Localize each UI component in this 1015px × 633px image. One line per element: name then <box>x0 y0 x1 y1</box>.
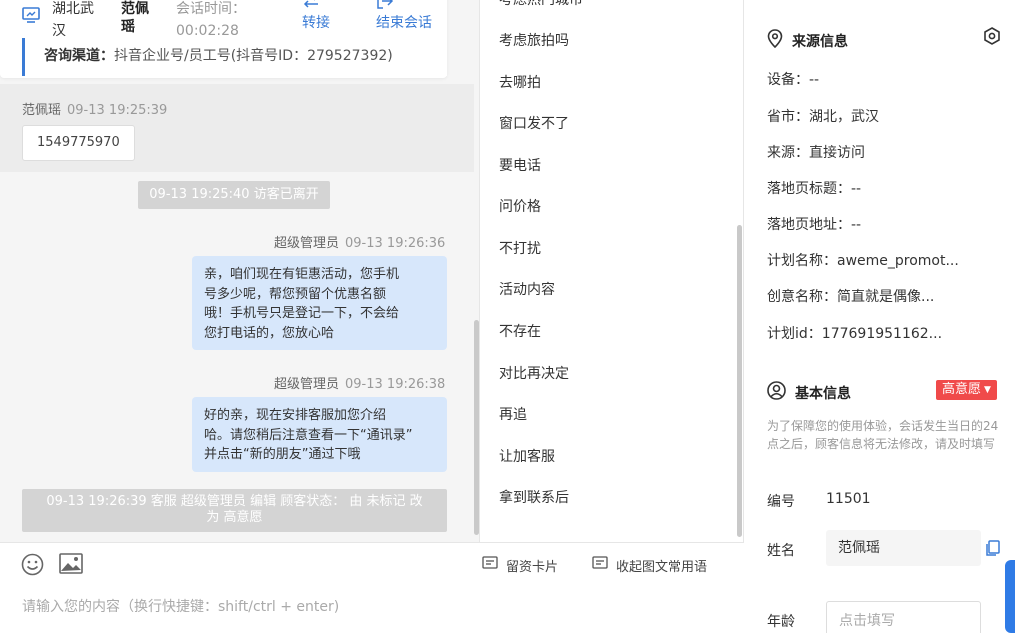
phrase-item[interactable]: 再追 <box>499 405 527 425</box>
collapse-phrases-button[interactable]: 收起图文常用语 <box>592 555 707 575</box>
phrase-item[interactable]: 去哪拍 <box>499 73 541 93</box>
exit-icon <box>376 0 432 12</box>
phrase-item[interactable]: 不存在 <box>499 322 541 342</box>
user-circle-icon <box>767 381 786 404</box>
phrase-item[interactable]: 考虑热门城市 <box>499 0 583 10</box>
message-meta: 超级管理员 09-13 19:26:38 <box>274 377 446 392</box>
visitor-message: 1549775970 <box>22 125 135 161</box>
basic-info-title: 基本信息 <box>767 381 851 404</box>
system-notice: 09-13 19:26:39 客服 超级管理员 编辑 顾客状态： 由 未标记 改… <box>22 489 447 532</box>
intent-status-dropdown[interactable]: 高意愿 ▼ <box>936 380 997 400</box>
session-time: 会话时间： 00:02:28 <box>176 1 246 39</box>
source-info-title: 来源信息 <box>767 29 848 52</box>
agent-message: 好的亲，现在安排客服加您介绍 哈。请您稍后注意查看一下“通讯录” 并点击“新的朋… <box>192 397 447 472</box>
transfer-button[interactable]: 转接 <box>302 0 330 34</box>
transfer-icon <box>302 0 330 12</box>
emoji-icon[interactable] <box>21 553 44 580</box>
end-session-button[interactable]: 结束会话 <box>376 0 432 34</box>
phrase-item[interactable]: 让加客服 <box>499 447 555 467</box>
chat-scrollbar[interactable] <box>474 320 479 535</box>
consult-channel: 咨询渠道：抖音企业号/员工号(抖音号ID：279527392) <box>22 38 447 76</box>
source-row: 计划名称：aweme_promot... <box>767 253 959 269</box>
age-field[interactable]: 点击填写 <box>826 601 981 633</box>
visitor-name: 范佩瑶 <box>121 1 149 35</box>
lead-card-button[interactable]: 留资卡片 <box>482 555 558 575</box>
source-row: 计划id：177691951162... <box>767 326 943 342</box>
source-row: 创意名称：简直就是偶像... <box>767 289 935 305</box>
id-label: 编号 <box>767 494 795 510</box>
source-row: 省市：湖北，武汉 <box>767 109 879 125</box>
visitor-location: 湖北武汉 <box>52 1 94 39</box>
message-meta: 范佩瑶 09-13 19:25:39 <box>22 103 168 118</box>
monitor-icon <box>22 7 40 27</box>
system-notice: 09-13 19:25:40 访客已离开 <box>138 181 330 209</box>
name-field[interactable]: 范佩瑶 <box>826 530 981 566</box>
side-panel-tab[interactable] <box>1005 560 1015 633</box>
chat-panel: 湖北武汉 范佩瑶 会话时间： 00:02:28 转接 结束会话 咨询渠道：抖音企… <box>0 0 480 633</box>
source-row: 来源：直接访问 <box>767 145 865 161</box>
quick-phrase-panel: 考虑热门城市 考虑旅拍吗 去哪拍 窗口发不了 要电话 问价格 不打扰 活动内容 … <box>481 0 744 542</box>
image-icon[interactable] <box>59 553 83 578</box>
phrase-item[interactable]: 窗口发不了 <box>499 114 569 134</box>
input-toolbar: 留资卡片 收起图文常用语 <box>0 542 744 588</box>
name-label: 姓名 <box>767 543 795 559</box>
message-meta: 超级管理员 09-13 19:26:36 <box>274 236 446 251</box>
customer-info-panel: 来源信息 设备：-- 省市：湖北，武汉 来源：直接访问 落地页标题：-- 落地页… <box>745 0 1015 633</box>
phrase-item[interactable]: 要电话 <box>499 156 541 176</box>
agent-message: 亲，咱们现在有钜惠活动，您手机 号多少呢，帮您预留个优惠名额 哦！手机号只是登记… <box>192 256 447 350</box>
card-icon <box>482 555 498 575</box>
phrase-item[interactable]: 拿到联系后 <box>499 488 569 508</box>
source-row: 落地页地址：-- <box>767 217 862 233</box>
phrase-item[interactable]: 对比再决定 <box>499 364 569 384</box>
age-label: 年龄 <box>767 614 795 630</box>
phrase-item[interactable]: 活动内容 <box>499 280 555 300</box>
phrase-item[interactable]: 问价格 <box>499 197 541 217</box>
id-value: 11501 <box>826 491 871 507</box>
info-edit-notice: 为了保障您的使用体验，会话发生当日的24点之后，顾客信息将无法修改，请及时填写 <box>767 419 999 451</box>
caret-down-icon: ▼ <box>984 385 991 395</box>
input-placeholder: 请输入您的内容（换行快捷键：shift/ctrl + enter) <box>22 599 340 615</box>
phrase-scrollbar[interactable] <box>737 225 742 537</box>
copy-icon[interactable] <box>985 540 1000 561</box>
source-row: 设备：-- <box>767 72 820 88</box>
settings-hex-icon[interactable] <box>982 26 1002 50</box>
location-pin-icon <box>767 29 783 52</box>
message-input[interactable]: 请输入您的内容（换行快捷键：shift/ctrl + enter) <box>0 588 744 633</box>
message-icon <box>592 555 608 575</box>
phrase-item[interactable]: 不打扰 <box>499 239 541 259</box>
phrase-item[interactable]: 考虑旅拍吗 <box>499 31 569 51</box>
source-row: 落地页标题：-- <box>767 181 862 197</box>
